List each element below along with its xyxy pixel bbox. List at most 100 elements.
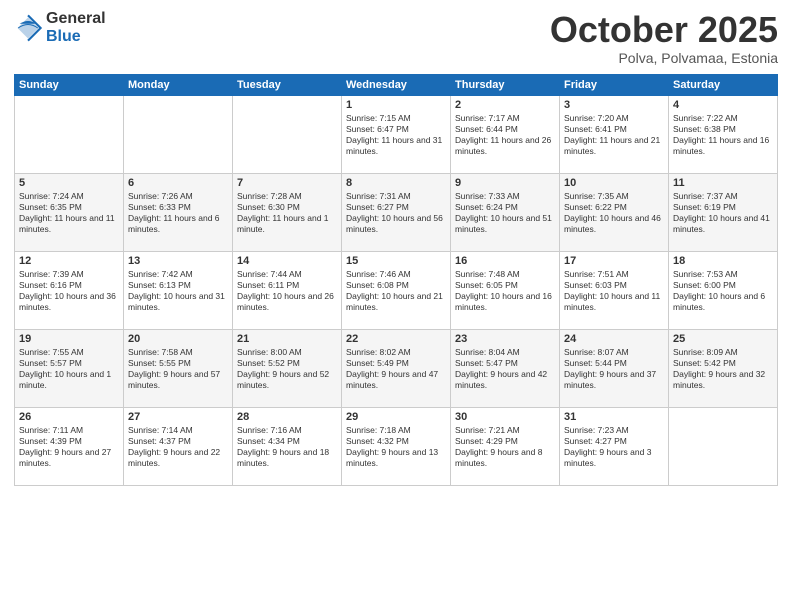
day-info-26: Sunrise: 7:11 AM Sunset: 4:39 PM Dayligh… <box>19 425 119 469</box>
day-number-17: 17 <box>564 255 664 267</box>
cell-3-6: 25Sunrise: 8:09 AM Sunset: 5:42 PM Dayli… <box>669 329 778 407</box>
cell-2-0: 12 Sunrise: 7:39 AM Sunset: 6:16 PM Dayli… <box>15 251 124 329</box>
week-row-2: 12 Sunrise: 7:39 AM Sunset: 6:16 PM Dayli… <box>15 251 778 329</box>
day-number-1: 1 <box>346 99 446 111</box>
day-number-16: 16 <box>455 255 555 267</box>
title-block: October 2025 Polva, Polvamaa, Estonia <box>550 10 778 66</box>
day-info-25: Sunrise: 8:09 AM Sunset: 5:42 PM Dayligh… <box>673 347 773 391</box>
day-info-7: Sunrise: 7:28 AM Sunset: 6:30 PM Dayligh… <box>237 191 337 235</box>
day-info-17: Sunrise: 7:51 AM Sunset: 6:03 PM Dayligh… <box>564 269 664 313</box>
day-number-9: 9 <box>455 177 555 189</box>
cell-0-5: 3Sunrise: 7:20 AM Sunset: 6:41 PM Daylig… <box>560 95 669 173</box>
cell-3-0: 19 Sunrise: 7:55 AM Sunset: 5:57 PM Dayli… <box>15 329 124 407</box>
day-info-23: Sunrise: 8:04 AM Sunset: 5:47 PM Dayligh… <box>455 347 555 391</box>
cell-4-6 <box>669 407 778 485</box>
cell-1-5: 10 Sunrise: 7:35 AM Sunset: 6:22 PM Dayli… <box>560 173 669 251</box>
day-info-4: Sunrise: 7:22 AM Sunset: 6:38 PM Dayligh… <box>673 113 773 157</box>
day-info-2: Sunrise: 7:17 AM Sunset: 6:44 PM Dayligh… <box>455 113 555 157</box>
week-row-3: 19 Sunrise: 7:55 AM Sunset: 5:57 PM Dayli… <box>15 329 778 407</box>
cell-2-2: 14 Sunrise: 7:44 AM Sunset: 6:11 PM Dayli… <box>233 251 342 329</box>
day-number-23: 23 <box>455 333 555 345</box>
day-number-7: 7 <box>237 177 337 189</box>
day-number-6: 6 <box>128 177 228 189</box>
day-info-31: Sunrise: 7:23 AM Sunset: 4:27 PM Dayligh… <box>564 425 664 469</box>
day-info-10: Sunrise: 7:35 AM Sunset: 6:22 PM Dayligh… <box>564 191 664 235</box>
day-number-29: 29 <box>346 411 446 423</box>
day-number-27: 27 <box>128 411 228 423</box>
cell-4-5: 31 Sunrise: 7:23 AM Sunset: 4:27 PM Dayli… <box>560 407 669 485</box>
day-info-28: Sunrise: 7:16 AM Sunset: 4:34 PM Dayligh… <box>237 425 337 469</box>
day-number-31: 31 <box>564 411 664 423</box>
cell-2-4: 16 Sunrise: 7:48 AM Sunset: 6:05 PM Dayli… <box>451 251 560 329</box>
day-number-8: 8 <box>346 177 446 189</box>
cell-1-4: 9 Sunrise: 7:33 AM Sunset: 6:24 PM Daylig… <box>451 173 560 251</box>
day-info-9: Sunrise: 7:33 AM Sunset: 6:24 PM Dayligh… <box>455 191 555 235</box>
day-number-2: 2 <box>455 99 555 111</box>
header: General Blue October 2025 Polva, Polvama… <box>14 10 778 66</box>
day-number-3: 3 <box>564 99 664 111</box>
day-number-13: 13 <box>128 255 228 267</box>
cell-4-1: 27 Sunrise: 7:14 AM Sunset: 4:37 PM Dayli… <box>124 407 233 485</box>
cell-3-5: 24Sunrise: 8:07 AM Sunset: 5:44 PM Dayli… <box>560 329 669 407</box>
day-number-20: 20 <box>128 333 228 345</box>
cell-3-1: 20 Sunrise: 7:58 AM Sunset: 5:55 PM Dayli… <box>124 329 233 407</box>
month-title: October 2025 <box>550 10 778 50</box>
day-number-12: 12 <box>19 255 119 267</box>
day-info-12: Sunrise: 7:39 AM Sunset: 6:16 PM Dayligh… <box>19 269 119 313</box>
logo-general-text: General <box>46 10 106 28</box>
cell-0-4: 2 Sunrise: 7:17 AM Sunset: 6:44 PM Daylig… <box>451 95 560 173</box>
day-number-10: 10 <box>564 177 664 189</box>
day-info-1: Sunrise: 7:15 AM Sunset: 6:47 PM Dayligh… <box>346 113 446 157</box>
day-info-8: Sunrise: 7:31 AM Sunset: 6:27 PM Dayligh… <box>346 191 446 235</box>
cell-4-2: 28 Sunrise: 7:16 AM Sunset: 4:34 PM Dayli… <box>233 407 342 485</box>
cell-0-3: 1 Sunrise: 7:15 AM Sunset: 6:47 PM Daylig… <box>342 95 451 173</box>
cell-3-3: 22 Sunrise: 8:02 AM Sunset: 5:49 PM Dayli… <box>342 329 451 407</box>
logo-text: General Blue <box>46 10 106 45</box>
day-number-14: 14 <box>237 255 337 267</box>
day-number-28: 28 <box>237 411 337 423</box>
day-number-24: 24 <box>564 333 664 345</box>
cell-1-2: 7 Sunrise: 7:28 AM Sunset: 6:30 PM Daylig… <box>233 173 342 251</box>
day-number-22: 22 <box>346 333 446 345</box>
day-number-26: 26 <box>19 411 119 423</box>
cell-4-0: 26 Sunrise: 7:11 AM Sunset: 4:39 PM Dayli… <box>15 407 124 485</box>
header-sunday: Sunday <box>15 74 124 95</box>
day-info-29: Sunrise: 7:18 AM Sunset: 4:32 PM Dayligh… <box>346 425 446 469</box>
day-info-14: Sunrise: 7:44 AM Sunset: 6:11 PM Dayligh… <box>237 269 337 313</box>
day-info-21: Sunrise: 8:00 AM Sunset: 5:52 PM Dayligh… <box>237 347 337 391</box>
cell-1-3: 8 Sunrise: 7:31 AM Sunset: 6:27 PM Daylig… <box>342 173 451 251</box>
header-tuesday: Tuesday <box>233 74 342 95</box>
cell-0-1 <box>124 95 233 173</box>
day-info-15: Sunrise: 7:46 AM Sunset: 6:08 PM Dayligh… <box>346 269 446 313</box>
day-info-16: Sunrise: 7:48 AM Sunset: 6:05 PM Dayligh… <box>455 269 555 313</box>
header-thursday: Thursday <box>451 74 560 95</box>
cell-2-6: 18 Sunrise: 7:53 AM Sunset: 6:00 PM Dayli… <box>669 251 778 329</box>
day-number-18: 18 <box>673 255 773 267</box>
day-info-6: Sunrise: 7:26 AM Sunset: 6:33 PM Dayligh… <box>128 191 228 235</box>
day-info-19: Sunrise: 7:55 AM Sunset: 5:57 PM Dayligh… <box>19 347 119 391</box>
day-info-27: Sunrise: 7:14 AM Sunset: 4:37 PM Dayligh… <box>128 425 228 469</box>
day-number-5: 5 <box>19 177 119 189</box>
header-wednesday: Wednesday <box>342 74 451 95</box>
day-info-22: Sunrise: 8:02 AM Sunset: 5:49 PM Dayligh… <box>346 347 446 391</box>
cell-2-3: 15Sunrise: 7:46 AM Sunset: 6:08 PM Dayli… <box>342 251 451 329</box>
cell-1-0: 5Sunrise: 7:24 AM Sunset: 6:35 PM Daylig… <box>15 173 124 251</box>
calendar-header-row: Sunday Monday Tuesday Wednesday Thursday… <box>15 74 778 95</box>
day-info-18: Sunrise: 7:53 AM Sunset: 6:00 PM Dayligh… <box>673 269 773 313</box>
cell-0-6: 4 Sunrise: 7:22 AM Sunset: 6:38 PM Daylig… <box>669 95 778 173</box>
day-number-4: 4 <box>673 99 773 111</box>
cell-2-1: 13 Sunrise: 7:42 AM Sunset: 6:13 PM Dayli… <box>124 251 233 329</box>
day-info-20: Sunrise: 7:58 AM Sunset: 5:55 PM Dayligh… <box>128 347 228 391</box>
header-saturday: Saturday <box>669 74 778 95</box>
cell-4-3: 29 Sunrise: 7:18 AM Sunset: 4:32 PM Dayli… <box>342 407 451 485</box>
header-monday: Monday <box>124 74 233 95</box>
day-number-11: 11 <box>673 177 773 189</box>
logo-blue-text: Blue <box>46 28 106 46</box>
cell-4-4: 30Sunrise: 7:21 AM Sunset: 4:29 PM Dayli… <box>451 407 560 485</box>
logo: General Blue <box>14 10 106 45</box>
day-number-19: 19 <box>19 333 119 345</box>
calendar-table: Sunday Monday Tuesday Wednesday Thursday… <box>14 74 778 486</box>
day-info-13: Sunrise: 7:42 AM Sunset: 6:13 PM Dayligh… <box>128 269 228 313</box>
cell-2-5: 17 Sunrise: 7:51 AM Sunset: 6:03 PM Dayli… <box>560 251 669 329</box>
logo-icon <box>14 14 42 42</box>
